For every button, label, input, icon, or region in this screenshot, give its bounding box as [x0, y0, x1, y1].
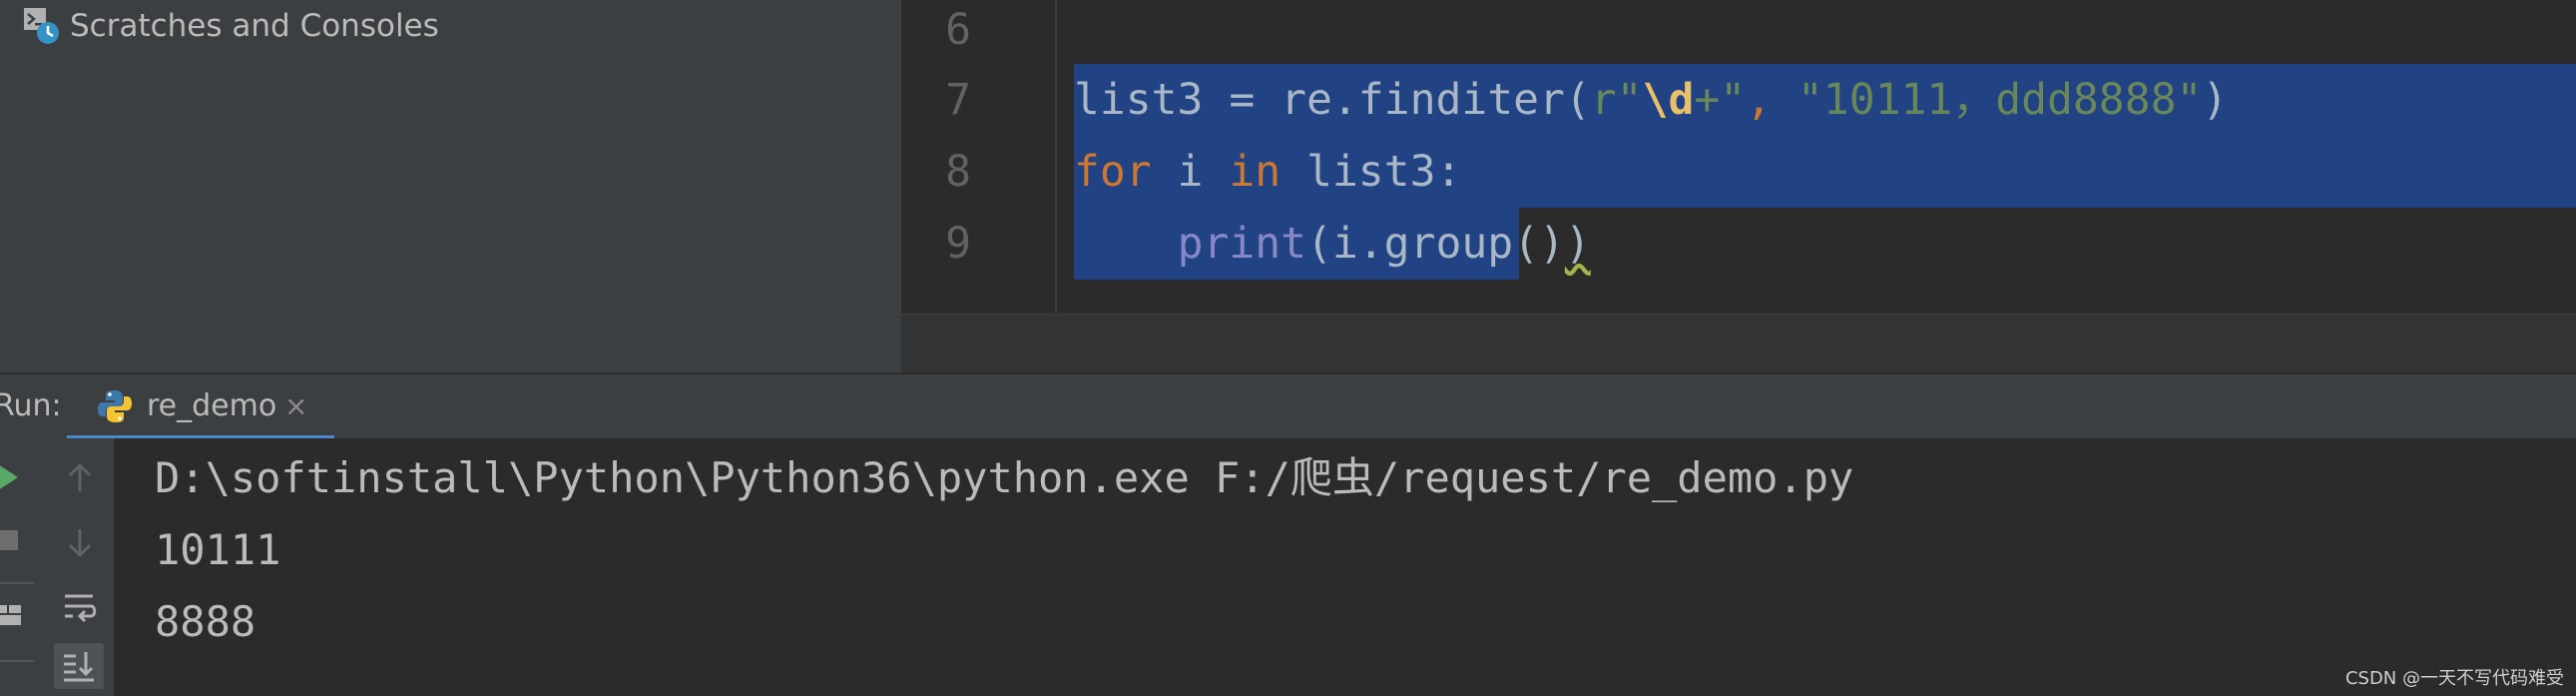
soft-wrap-button[interactable]	[60, 588, 100, 628]
code-text: print(i.group())	[1074, 208, 1591, 280]
line-number: 7	[945, 75, 971, 125]
code-line-7: 7 list3 = re.finditer(r"\d+", "10111，ddd…	[901, 64, 2576, 136]
code-token: re.finditer(	[1281, 75, 1591, 125]
warning-token: )	[1564, 219, 1591, 269]
stop-button[interactable]	[0, 524, 22, 556]
escape-token: \d	[1642, 75, 1695, 125]
code-line-6: 6	[901, 0, 2576, 66]
arrow-down-icon	[68, 529, 92, 558]
string-token: "10111，ddd8888"	[1797, 75, 2203, 125]
soft-wrap-icon	[65, 594, 97, 623]
toolbar-divider	[0, 660, 34, 662]
console-side-toolbar	[44, 438, 115, 696]
code-token: =	[1203, 75, 1282, 125]
restore-layout-button[interactable]	[0, 598, 26, 632]
keyword-token: in	[1229, 147, 1282, 197]
python-icon	[98, 390, 132, 422]
run-actions-strip	[0, 438, 44, 696]
scroll-to-end-button[interactable]	[54, 643, 104, 689]
run-toolwindow-header: Run: re_demo ×	[0, 372, 2576, 440]
scratches-console-icon	[24, 8, 59, 44]
up-stack-button[interactable]	[62, 460, 98, 496]
console-command-line: D:\softinstall\Python\Python36\python.ex…	[155, 453, 1854, 502]
scroll-to-end-icon	[64, 652, 94, 682]
stop-icon	[0, 530, 18, 550]
layout-icon	[0, 605, 21, 625]
scratches-label: Scratches and Consoles	[70, 8, 439, 44]
run-tab-label: re_demo	[147, 388, 277, 423]
console-output-line: 8888	[155, 597, 257, 646]
code-text: list3 = re.finditer(r"\d+", "10111，ddd88…	[1074, 64, 2228, 136]
code-text: for i in list3:	[1074, 136, 1461, 208]
toolbar-divider	[0, 582, 34, 584]
editor-bottom-area	[901, 314, 2576, 372]
arrow-up-icon	[68, 462, 92, 491]
comma-token: ,	[1746, 75, 1798, 125]
close-tab-icon[interactable]: ×	[284, 374, 307, 438]
keyword-token: for	[1074, 147, 1152, 197]
run-tab-re-demo[interactable]: re_demo ×	[67, 374, 334, 440]
play-icon	[0, 465, 18, 489]
project-pane: Scratches and Consoles	[0, 0, 901, 372]
line-number: 9	[945, 219, 971, 269]
scratches-and-consoles-item[interactable]: Scratches and Consoles	[22, 4, 439, 48]
line-number: 8	[945, 147, 971, 197]
string-token: +"	[1694, 75, 1747, 125]
code-line-9: 9 print(i.group())	[901, 208, 2576, 280]
code-token: list3	[1074, 75, 1204, 125]
string-token: r"	[1590, 75, 1643, 125]
builtin-token: print	[1177, 219, 1307, 269]
code-editor[interactable]: 6 7 list3 = re.finditer(r"\d+", "10111，d…	[901, 0, 2576, 314]
code-token: (i.group()	[1306, 219, 1565, 269]
run-console[interactable]: D:\softinstall\Python\Python36\python.ex…	[115, 438, 2576, 696]
code-token: )	[2202, 75, 2229, 125]
code-token: i	[1151, 147, 1230, 197]
code-line-8: 8 for i in list3:	[901, 136, 2576, 208]
run-label: Run:	[0, 388, 62, 423]
down-stack-button[interactable]	[62, 524, 98, 560]
watermark: CSDN @一天不写代码难受	[2344, 668, 2564, 689]
rerun-button[interactable]	[0, 460, 22, 494]
console-output-line: 10111	[155, 525, 281, 574]
line-number: 6	[945, 5, 971, 55]
code-token: list3:	[1281, 147, 1462, 197]
